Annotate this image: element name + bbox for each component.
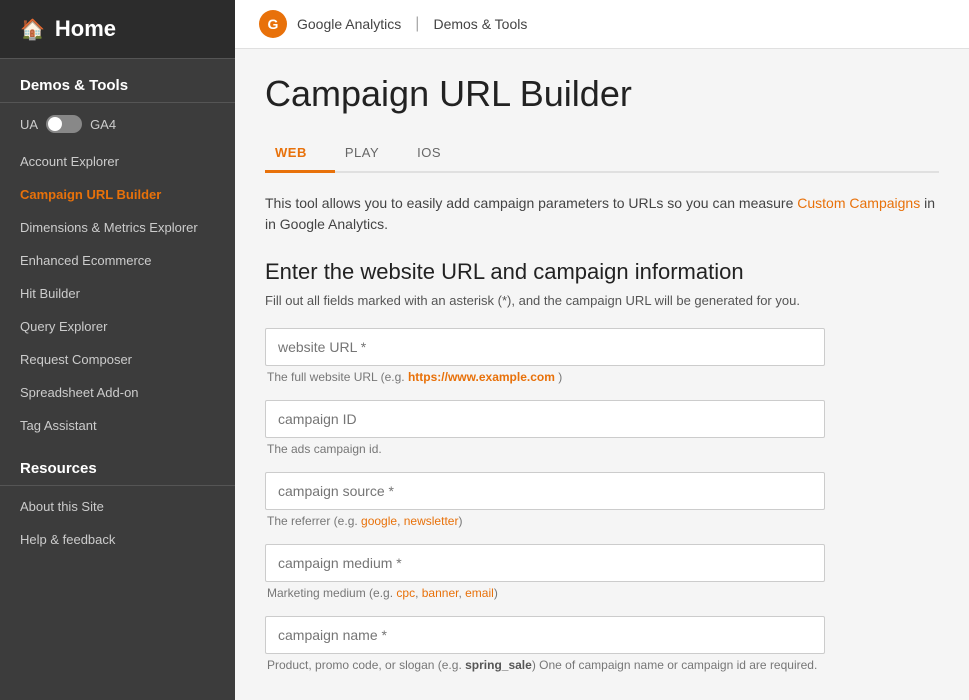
toggle-knob [48,117,62,131]
demos-tools-label: Demos & Tools [433,16,527,32]
form-group-campaign-id: The ads campaign id. [265,400,939,456]
sidebar-item-dimensions-metrics[interactable]: Dimensions & Metrics Explorer [0,211,235,244]
home-icon: 🏠 [20,17,45,42]
sidebar-item-request-composer[interactable]: Request Composer [0,343,235,376]
description-text-2: in [924,195,935,211]
email-link[interactable]: email [465,586,494,600]
campaign-source-hint: The referrer (e.g. google, newsletter) [265,514,939,528]
form-subtitle: Fill out all fields marked with an aster… [265,293,939,308]
sidebar-item-query-explorer[interactable]: Query Explorer [0,310,235,343]
campaign-medium-hint: Marketing medium (e.g. cpc, banner, emai… [265,586,939,600]
sidebar-divider-1 [0,102,235,103]
form-group-campaign-source: The referrer (e.g. google, newsletter) [265,472,939,528]
sidebar-divider-2 [0,485,235,486]
ga-logo-text: G [268,16,279,32]
newsletter-link[interactable]: newsletter [404,514,459,528]
content-area: Campaign URL Builder WEB PLAY IOS This t… [235,49,969,700]
banner-link[interactable]: banner [422,586,459,600]
tab-web[interactable]: WEB [265,135,335,173]
description-text-3: in Google Analytics. [265,216,388,232]
pipe-divider: | [415,15,419,33]
description: This tool allows you to easily add campa… [265,193,939,235]
form-group-website-url: The full website URL (e.g. https://www.e… [265,328,939,384]
form-group-campaign-medium: Marketing medium (e.g. cpc, banner, emai… [265,544,939,600]
description-text-1: This tool allows you to easily add campa… [265,195,793,211]
form-section-title: Enter the website URL and campaign infor… [265,259,939,285]
campaign-name-hint: Product, promo code, or slogan (e.g. spr… [265,658,939,672]
campaign-id-input[interactable] [265,400,825,438]
cpc-link[interactable]: cpc [396,586,415,600]
home-link[interactable]: 🏠 Home [0,0,235,59]
sidebar-item-about-site[interactable]: About this Site [0,490,235,523]
sidebar-item-spreadsheet-addon[interactable]: Spreadsheet Add-on [0,376,235,409]
page-title: Campaign URL Builder [265,73,939,115]
top-bar: G Google Analytics | Demos & Tools [235,0,969,49]
ga4-label: GA4 [90,117,116,132]
website-url-hint: The full website URL (e.g. https://www.e… [265,370,939,384]
tab-ios[interactable]: IOS [407,135,469,173]
tab-bar: WEB PLAY IOS [265,135,939,173]
campaign-id-hint: The ads campaign id. [265,442,939,456]
resources-heading: Resources [0,442,235,485]
ua-ga4-toggle[interactable] [46,115,82,133]
sidebar-item-account-explorer[interactable]: Account Explorer [0,145,235,178]
sidebar: 🏠 Home Demos & Tools UA GA4 Account Expl… [0,0,235,700]
ua-label: UA [20,117,38,132]
custom-campaigns-link[interactable]: Custom Campaigns [797,195,920,211]
campaign-medium-input[interactable] [265,544,825,582]
sidebar-item-help-feedback[interactable]: Help & feedback [0,523,235,556]
google-link[interactable]: google [361,514,397,528]
main-content: G Google Analytics | Demos & Tools Campa… [235,0,969,700]
sidebar-item-campaign-url-builder[interactable]: Campaign URL Builder [0,178,235,211]
campaign-name-input[interactable] [265,616,825,654]
ua-ga4-toggle-row: UA GA4 [0,107,235,145]
sidebar-item-tag-assistant[interactable]: Tag Assistant [0,409,235,442]
example-url-link[interactable]: https://www.example.com [408,370,555,384]
demos-tools-heading: Demos & Tools [0,59,235,102]
sidebar-item-hit-builder[interactable]: Hit Builder [0,277,235,310]
website-url-input[interactable] [265,328,825,366]
form-group-campaign-name: Product, promo code, or slogan (e.g. spr… [265,616,939,672]
tab-play[interactable]: PLAY [335,135,407,173]
home-label: Home [55,16,116,42]
sidebar-item-enhanced-ecommerce[interactable]: Enhanced Ecommerce [0,244,235,277]
ga-logo: G [259,10,287,38]
campaign-source-input[interactable] [265,472,825,510]
ga-label: Google Analytics [297,16,401,32]
